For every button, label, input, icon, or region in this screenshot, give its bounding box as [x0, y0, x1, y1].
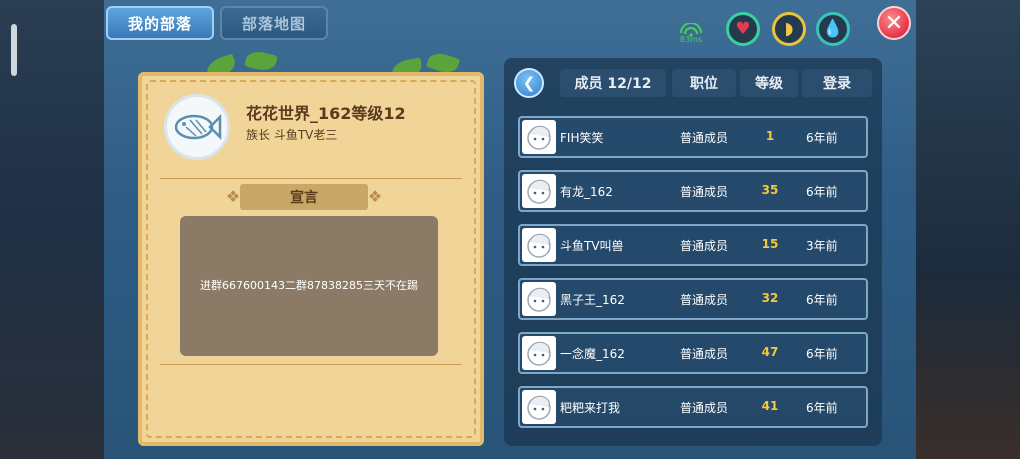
tab-my-tribe[interactable]: 我的部落	[106, 6, 214, 40]
member-row[interactable]: 粑粑来打我 普通成员 41 6年前	[518, 386, 868, 428]
header-level[interactable]: 等级	[740, 69, 798, 97]
banner-ornament-icon: ❖	[367, 187, 383, 206]
ping-label: 83ms	[679, 35, 703, 44]
avatar	[522, 174, 556, 208]
member-level: 47	[761, 345, 779, 359]
member-last-login: 6年前	[806, 401, 838, 415]
back-button[interactable]: ❮	[514, 68, 544, 98]
background-right	[916, 0, 1020, 459]
header-login[interactable]: 登录	[802, 69, 872, 97]
member-level: 41	[761, 399, 779, 413]
member-level: 32	[761, 291, 779, 305]
member-level: 15	[761, 237, 779, 251]
water-drop-icon[interactable]: 💧	[816, 12, 850, 46]
member-level: 35	[761, 183, 779, 197]
tribe-emblem	[164, 94, 230, 160]
member-last-login: 3年前	[806, 239, 838, 253]
members-panel: ❮ 成员 12/12 职位 等级 登录 FIH笑笑 普通成员 1 6年前 有龙_162 普…	[504, 58, 882, 446]
member-last-login: 6年前	[806, 347, 838, 361]
scroll-indicator[interactable]	[11, 24, 17, 76]
tribe-info-panel: 花花世界_162等级12 族长 斗鱼TV老三 ❖ ❖ 宣言 进群66760014…	[138, 72, 484, 446]
member-last-login: 6年前	[806, 131, 838, 145]
member-row[interactable]: 有龙_162 普通成员 35 6年前	[518, 170, 868, 212]
declaration-text: 进群667600143二群87838285三天不在踢	[180, 216, 438, 356]
avatar	[522, 228, 556, 262]
member-name: 黑子王_162	[560, 293, 625, 307]
divider	[160, 364, 462, 365]
member-last-login: 6年前	[806, 185, 838, 199]
member-name: 有龙_162	[560, 185, 613, 199]
header-position[interactable]: 职位	[672, 69, 736, 97]
tab-tribe-map[interactable]: 部落地图	[220, 6, 328, 40]
member-name: 斗鱼TV叫兽	[560, 239, 624, 253]
avatar	[522, 390, 556, 424]
member-name: 一念魔_162	[560, 347, 625, 361]
member-last-login: 6年前	[806, 293, 838, 307]
member-row[interactable]: 斗鱼TV叫兽 普通成员 15 3年前	[518, 224, 868, 266]
avatar	[522, 336, 556, 370]
declaration-banner: ❖ ❖ 宣言	[222, 184, 386, 210]
heart-icon[interactable]: ♥	[726, 12, 760, 46]
tribe-name: 花花世界_162等级12	[246, 104, 406, 123]
member-role: 普通成员	[680, 293, 729, 307]
member-row[interactable]: FIH笑笑 普通成员 1 6年前	[518, 116, 868, 158]
member-role: 普通成员	[680, 131, 729, 145]
member-row[interactable]: 黑子王_162 普通成员 32 6年前	[518, 278, 868, 320]
header-members[interactable]: 成员 12/12	[560, 69, 666, 97]
member-role: 普通成员	[680, 347, 729, 361]
avatar	[522, 282, 556, 316]
close-button[interactable]: ✕	[877, 6, 911, 40]
member-name: FIH笑笑	[560, 131, 604, 145]
declaration-title: 宣言	[290, 190, 318, 206]
member-role: 普通成员	[680, 401, 729, 415]
avatar	[522, 120, 556, 154]
fish-icon	[174, 113, 222, 141]
divider	[160, 178, 462, 179]
tribe-leader: 族长 斗鱼TV老三	[246, 128, 338, 142]
network-signal: 83ms	[676, 22, 706, 46]
member-level: 1	[765, 129, 775, 143]
member-role: 普通成员	[680, 239, 729, 253]
member-role: 普通成员	[680, 185, 729, 199]
food-icon[interactable]: ◗	[772, 12, 806, 46]
member-name: 粑粑来打我	[560, 401, 621, 415]
member-row[interactable]: 一念魔_162 普通成员 47 6年前	[518, 332, 868, 374]
